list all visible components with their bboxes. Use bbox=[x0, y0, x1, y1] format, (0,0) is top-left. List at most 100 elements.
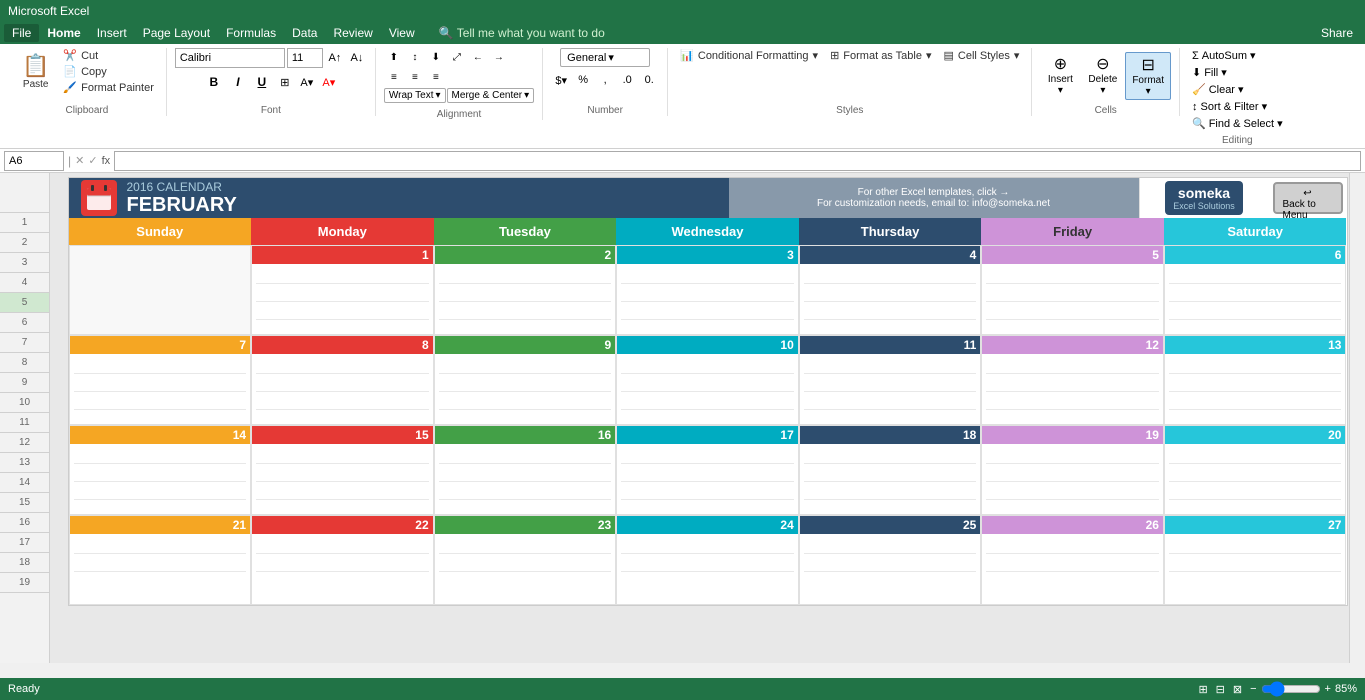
cal-cell-7[interactable]: 7 bbox=[69, 335, 252, 425]
back-to-menu-button[interactable]: ↩ Back to Menu bbox=[1273, 182, 1343, 214]
cal-cell-12[interactable]: 12 bbox=[981, 335, 1164, 425]
page-layout-icon[interactable]: ⊟ bbox=[1216, 683, 1225, 696]
underline-button[interactable]: U bbox=[251, 71, 273, 93]
row-header-16[interactable]: 15 bbox=[0, 493, 49, 513]
fill-color-button[interactable]: A▾ bbox=[297, 72, 317, 92]
cal-cell-18[interactable]: 18 bbox=[799, 425, 982, 515]
page-break-icon[interactable]: ⊠ bbox=[1233, 683, 1242, 696]
name-box[interactable] bbox=[4, 151, 64, 171]
fill-button[interactable]: ⬇ Fill ▾ bbox=[1188, 65, 1287, 80]
cal-cell-11[interactable]: 11 bbox=[799, 335, 982, 425]
zoom-out-button[interactable]: − bbox=[1250, 683, 1256, 695]
font-size-input[interactable] bbox=[287, 48, 323, 68]
format-button[interactable]: ⊟ Format ▾ bbox=[1125, 52, 1171, 100]
cal-cell-23[interactable]: 23 bbox=[434, 515, 617, 605]
cal-cell-6[interactable]: 6 bbox=[1164, 245, 1347, 335]
cal-cell-21[interactable]: 21 bbox=[69, 515, 252, 605]
menu-view[interactable]: View bbox=[381, 24, 423, 42]
decimal-increase-button[interactable]: .0 bbox=[617, 70, 637, 90]
percent-button[interactable]: % bbox=[573, 70, 593, 90]
border-button[interactable]: ⊞ bbox=[275, 72, 295, 92]
zoom-in-button[interactable]: + bbox=[1325, 683, 1331, 695]
row-header-5[interactable]: 4 bbox=[0, 273, 49, 293]
bold-button[interactable]: B bbox=[203, 71, 225, 93]
delete-button[interactable]: ⊖ Delete ▾ bbox=[1082, 52, 1123, 98]
row-header-14[interactable]: 13 bbox=[0, 453, 49, 473]
row-header-18[interactable]: 17 bbox=[0, 533, 49, 553]
row-header-10[interactable]: 9 bbox=[0, 373, 49, 393]
row-header-11[interactable]: 10 bbox=[0, 393, 49, 413]
cal-cell-8[interactable]: 8 bbox=[251, 335, 434, 425]
cal-cell-15[interactable]: 15 bbox=[251, 425, 434, 515]
indent-increase-button[interactable]: → bbox=[489, 48, 509, 66]
cal-cell-1[interactable]: 1 bbox=[251, 245, 434, 335]
cancel-formula-icon[interactable]: ✕ bbox=[75, 154, 84, 167]
menu-insert[interactable]: Insert bbox=[89, 24, 135, 42]
align-bottom-button[interactable]: ⬇ bbox=[426, 48, 446, 66]
cal-cell-10[interactable]: 10 bbox=[616, 335, 799, 425]
cal-cell-5[interactable]: 5 bbox=[981, 245, 1164, 335]
formula-input[interactable] bbox=[114, 151, 1361, 171]
row-header-15[interactable]: 14 bbox=[0, 473, 49, 493]
menu-formulas[interactable]: Formulas bbox=[218, 24, 284, 42]
cut-button[interactable]: ✂️ Cut bbox=[59, 48, 157, 63]
row-header-17[interactable]: 16 bbox=[0, 513, 49, 533]
row-header-6[interactable]: 5 bbox=[0, 293, 49, 313]
row-header-3[interactable]: 2 bbox=[0, 233, 49, 253]
row-header-13[interactable]: 12 bbox=[0, 433, 49, 453]
cal-cell-24[interactable]: 24 bbox=[616, 515, 799, 605]
menu-share[interactable]: Share bbox=[1313, 24, 1361, 42]
align-right-button[interactable]: ≡ bbox=[426, 68, 446, 86]
cal-cell-25[interactable]: 25 bbox=[799, 515, 982, 605]
italic-button[interactable]: I bbox=[227, 71, 249, 93]
text-angle-button[interactable]: ⤢ bbox=[447, 48, 467, 66]
menu-page-layout[interactable]: Page Layout bbox=[135, 24, 218, 42]
vertical-scrollbar[interactable] bbox=[1349, 173, 1365, 663]
font-shrink-button[interactable]: A↓ bbox=[347, 48, 367, 68]
decimal-decrease-button[interactable]: 0. bbox=[639, 70, 659, 90]
menu-tell-me[interactable]: 🔍 Tell me what you want to do bbox=[431, 24, 613, 42]
number-format-dropdown[interactable]: General ▾ bbox=[560, 48, 650, 67]
cal-cell-4[interactable]: 4 bbox=[799, 245, 982, 335]
row-header-8[interactable]: 7 bbox=[0, 333, 49, 353]
align-top-button[interactable]: ⬆ bbox=[384, 48, 404, 66]
cal-cell-19[interactable]: 19 bbox=[981, 425, 1164, 515]
paste-button[interactable]: 📋 Paste bbox=[16, 51, 55, 92]
cal-cell-3[interactable]: 3 bbox=[616, 245, 799, 335]
row-header-4[interactable]: 3 bbox=[0, 253, 49, 273]
cal-cell-27[interactable]: 27 bbox=[1164, 515, 1347, 605]
menu-home[interactable]: Home bbox=[39, 24, 88, 42]
cal-cell-9[interactable]: 9 bbox=[434, 335, 617, 425]
zoom-slider[interactable] bbox=[1261, 681, 1321, 697]
merge-center-button[interactable]: Merge & Center ▾ bbox=[447, 88, 535, 103]
row-header-9[interactable]: 8 bbox=[0, 353, 49, 373]
align-left-button[interactable]: ≡ bbox=[384, 68, 404, 86]
conditional-formatting-button[interactable]: 📊 Conditional Formatting ▾ bbox=[676, 48, 822, 63]
menu-review[interactable]: Review bbox=[325, 24, 380, 42]
cal-cell-14[interactable]: 14 bbox=[69, 425, 252, 515]
font-grow-button[interactable]: A↑ bbox=[325, 48, 345, 68]
row-header-19[interactable]: 18 bbox=[0, 553, 49, 573]
clear-button[interactable]: 🧹 Clear ▾ bbox=[1188, 82, 1287, 97]
cal-cell-20[interactable]: 20 bbox=[1164, 425, 1347, 515]
copy-button[interactable]: 📄 Copy bbox=[59, 64, 157, 79]
cell-styles-button[interactable]: ▤ Cell Styles ▾ bbox=[940, 48, 1024, 63]
cal-cell-26[interactable]: 26 bbox=[981, 515, 1164, 605]
align-middle-button[interactable]: ↕ bbox=[405, 48, 425, 66]
row-header-20[interactable]: 19 bbox=[0, 573, 49, 593]
cal-cell-17[interactable]: 17 bbox=[616, 425, 799, 515]
font-color-button[interactable]: A▾ bbox=[319, 72, 339, 92]
comma-button[interactable]: , bbox=[595, 70, 615, 90]
currency-button[interactable]: $▾ bbox=[551, 70, 571, 90]
align-center-button[interactable]: ≡ bbox=[405, 68, 425, 86]
font-name-input[interactable] bbox=[175, 48, 285, 68]
insert-button[interactable]: ⊕ Insert ▾ bbox=[1040, 52, 1080, 98]
row-header-12[interactable]: 11 bbox=[0, 413, 49, 433]
normal-view-icon[interactable]: ⊞ bbox=[1198, 683, 1207, 696]
row-header-2[interactable]: 1 bbox=[0, 213, 49, 233]
wrap-text-button[interactable]: Wrap Text ▾ bbox=[384, 88, 446, 103]
indent-decrease-button[interactable]: ← bbox=[468, 48, 488, 66]
find-select-button[interactable]: 🔍 Find & Select ▾ bbox=[1188, 116, 1287, 131]
confirm-formula-icon[interactable]: ✓ bbox=[88, 154, 97, 167]
cal-cell-13[interactable]: 13 bbox=[1164, 335, 1347, 425]
